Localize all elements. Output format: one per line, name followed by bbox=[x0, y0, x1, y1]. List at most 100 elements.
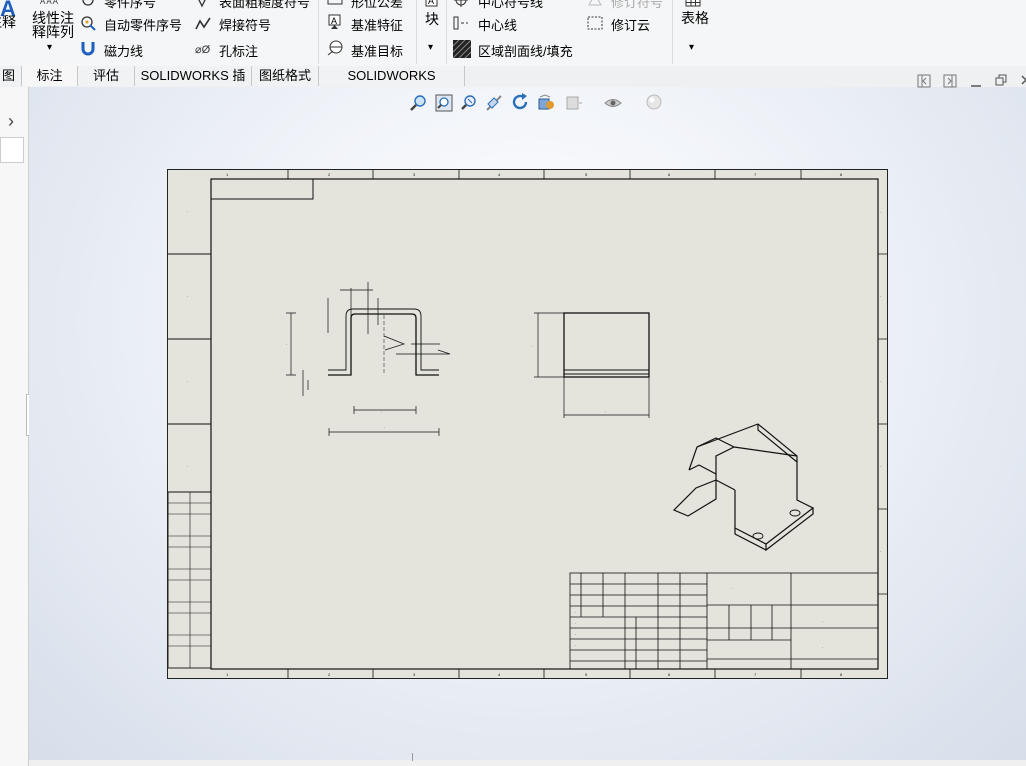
part-number-icon bbox=[82, 0, 94, 6]
svg-text:·: · bbox=[381, 409, 382, 414]
tab-sheet-format[interactable]: 图纸格式 bbox=[252, 66, 319, 86]
linear-pattern-dropdown[interactable]: ▾ bbox=[47, 42, 52, 53]
datum-feature-label[interactable]: 基准特征 bbox=[351, 15, 403, 34]
tab-solidworks-addins[interactable]: SOLIDWORKS 插件 bbox=[135, 66, 252, 103]
tab-annotation[interactable]: 标注 bbox=[22, 66, 78, 86]
apply-scene-icon[interactable] bbox=[645, 93, 663, 111]
annotation-button-label[interactable]: 注释 bbox=[0, 12, 16, 32]
section-view-icon[interactable] bbox=[485, 94, 503, 112]
tables-label[interactable]: 表格 bbox=[681, 8, 709, 28]
panel-expand-arrow-icon[interactable]: › bbox=[8, 111, 14, 132]
svg-text:·: · bbox=[187, 294, 188, 299]
centerline-icon bbox=[453, 16, 468, 30]
svg-text:·: · bbox=[575, 610, 576, 615]
svg-text:·: · bbox=[187, 379, 188, 384]
zoom-to-fit-icon[interactable] bbox=[409, 94, 427, 112]
tile-right-icon[interactable] bbox=[943, 74, 957, 88]
tables-dropdown[interactable]: ▾ bbox=[689, 42, 694, 53]
svg-text:·: · bbox=[575, 632, 576, 637]
hide-show-icon[interactable] bbox=[565, 94, 583, 112]
display-style-icon[interactable] bbox=[537, 94, 555, 112]
svg-text:·: · bbox=[880, 294, 881, 299]
drawing-sheet[interactable]: 1 2 3 4 5 6 7 8 1 2 3 4 5 6 7 8 · · · · · · · · · · · · · · · · bbox=[167, 169, 888, 679]
svg-text:·: · bbox=[532, 344, 533, 349]
svg-text:·: · bbox=[822, 645, 823, 650]
svg-text:·: · bbox=[605, 409, 606, 414]
previous-view-icon[interactable] bbox=[460, 94, 478, 112]
ribbon-separator bbox=[672, 0, 673, 64]
center-mark-label[interactable]: 中心符号线 bbox=[478, 0, 543, 11]
magnet-icon bbox=[81, 42, 95, 56]
zoom-to-area-icon[interactable] bbox=[435, 94, 453, 112]
svg-text:·: · bbox=[575, 643, 576, 648]
surface-finish-icon bbox=[198, 0, 206, 8]
geometric-tolerance-icon bbox=[327, 0, 343, 5]
command-manager-ribbon: A 注释 AAA 线性注 释阵列 ▾ 零件序号 自动零件序号 磁力线 表面粗糙度… bbox=[0, 0, 1026, 67]
weld-symbol-label[interactable]: 焊接符号 bbox=[219, 15, 271, 34]
hole-callout-label[interactable]: 孔标注 bbox=[219, 41, 258, 60]
close-icon[interactable] bbox=[1020, 74, 1026, 86]
center-mark-icon bbox=[454, 0, 468, 7]
svg-text:6: 6 bbox=[668, 672, 671, 677]
feature-manager-panel: › bbox=[0, 87, 36, 766]
block-dropdown[interactable]: ▾ bbox=[428, 42, 433, 53]
svg-text:·: · bbox=[187, 464, 188, 469]
rotate-view-icon[interactable] bbox=[511, 93, 529, 111]
edit-appearance-icon[interactable] bbox=[604, 94, 622, 112]
revision-symbol-label[interactable]: 修订符号 bbox=[611, 0, 663, 11]
svg-text:4: 4 bbox=[498, 672, 501, 677]
svg-text:⌀Ø: ⌀Ø bbox=[195, 44, 211, 56]
centerline-label[interactable]: 中心线 bbox=[478, 15, 517, 34]
svg-text:2: 2 bbox=[328, 172, 331, 177]
area-hatch-icon bbox=[453, 40, 471, 58]
svg-text:5: 5 bbox=[585, 172, 588, 177]
svg-text:8: 8 bbox=[840, 672, 843, 677]
svg-text:·: · bbox=[286, 342, 287, 347]
datum-target-icon bbox=[327, 40, 343, 56]
datum-feature-icon: A bbox=[328, 14, 341, 29]
svg-text:·: · bbox=[575, 621, 576, 626]
restore-icon[interactable] bbox=[995, 74, 1007, 86]
svg-text:A: A bbox=[428, 0, 434, 6]
auto-part-number-label[interactable]: 自动零件序号 bbox=[104, 15, 182, 34]
tab-solidworks-inspection[interactable]: SOLIDWORKS Inspection bbox=[319, 66, 465, 103]
command-manager-tabs: 图 标注 评估 SOLIDWORKS 插件 图纸格式 SOLIDWORKS In… bbox=[0, 66, 1026, 103]
linear-pattern-icon: AAA bbox=[40, 0, 60, 6]
svg-text:·: · bbox=[880, 210, 881, 215]
svg-text:·: · bbox=[187, 209, 188, 214]
tile-left-icon[interactable] bbox=[917, 74, 931, 88]
geometric-tolerance-label[interactable]: 形位公差 bbox=[351, 0, 403, 11]
tab-evaluate[interactable]: 评估 bbox=[78, 66, 135, 86]
auto-part-number-icon bbox=[81, 16, 96, 31]
svg-text:1: 1 bbox=[226, 672, 229, 677]
revision-cloud-label[interactable]: 修订云 bbox=[611, 15, 650, 34]
minimize-icon[interactable] bbox=[970, 76, 982, 88]
magnetic-line-label[interactable]: 磁力线 bbox=[104, 41, 143, 60]
svg-text:6: 6 bbox=[668, 172, 671, 177]
drawing-sheet-graphics: 1 2 3 4 5 6 7 8 1 2 3 4 5 6 7 8 · · · · · · · · · · · · · · · · bbox=[168, 170, 887, 678]
svg-text:7: 7 bbox=[754, 672, 757, 677]
svg-text:·: · bbox=[880, 549, 881, 554]
status-divider bbox=[412, 753, 413, 761]
surface-finish-label[interactable]: 表面粗糙度符号 bbox=[219, 0, 310, 11]
weld-symbol-icon bbox=[195, 17, 211, 30]
svg-text:7: 7 bbox=[754, 172, 757, 177]
svg-text:3: 3 bbox=[413, 172, 416, 177]
hole-callout-icon: ⌀Ø bbox=[195, 44, 211, 56]
revision-symbol-icon bbox=[588, 0, 602, 6]
svg-text:1: 1 bbox=[226, 172, 229, 177]
tab-sketch[interactable]: 图 bbox=[0, 66, 22, 86]
svg-text:3: 3 bbox=[413, 672, 416, 677]
svg-text:A: A bbox=[331, 16, 337, 26]
block-label[interactable]: 块 bbox=[425, 9, 439, 29]
panel-field[interactable] bbox=[0, 137, 24, 163]
svg-text:·: · bbox=[822, 619, 823, 624]
svg-text:2: 2 bbox=[328, 672, 331, 677]
ribbon-separator bbox=[446, 0, 447, 64]
area-hatch-label[interactable]: 区域剖面线/填充 bbox=[478, 41, 573, 60]
datum-target-label[interactable]: 基准目标 bbox=[351, 41, 403, 60]
svg-text:·: · bbox=[880, 464, 881, 469]
part-number-label[interactable]: 零件序号 bbox=[104, 0, 156, 11]
svg-text:5: 5 bbox=[585, 672, 588, 677]
linear-pattern-label-line2[interactable]: 释阵列 bbox=[32, 22, 74, 42]
